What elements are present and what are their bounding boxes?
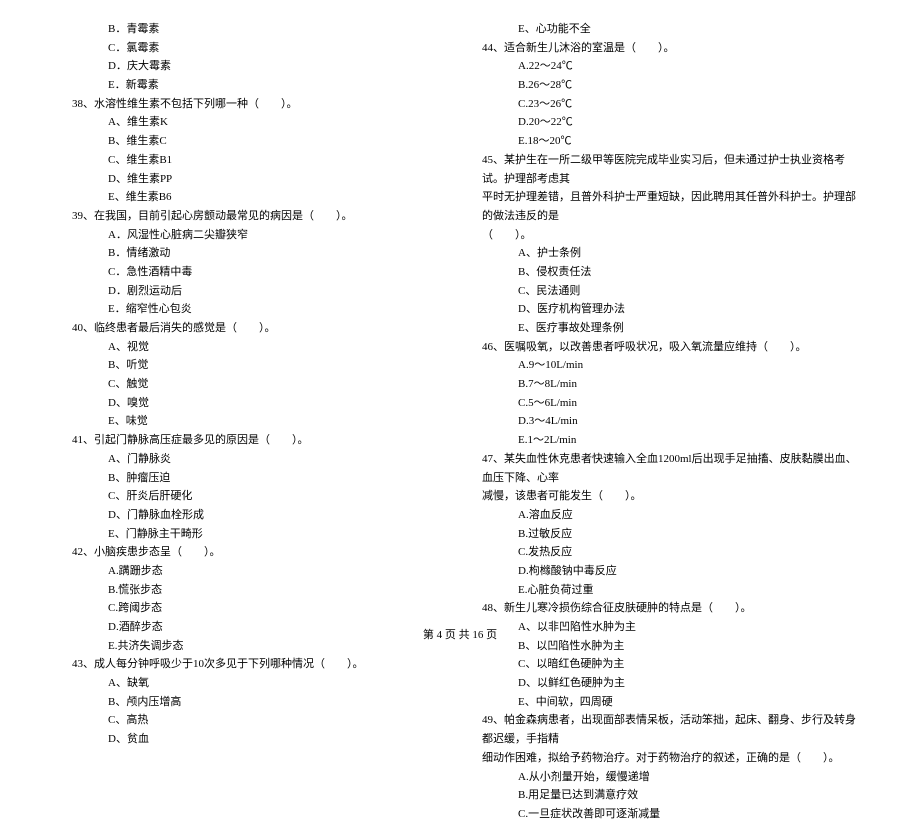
option: E.18～20℃ — [470, 132, 860, 151]
question-47: 47、某失血性休克患者快速输入全血1200ml后出现手足抽搐、皮肤黏膜出血、血压… — [470, 450, 860, 487]
option: B、侵权责任法 — [470, 263, 860, 282]
question-39: 39、在我国，目前引起心房颤动最常见的病因是（ ）。 — [60, 207, 450, 226]
option: B.慌张步态 — [60, 581, 450, 600]
option: A.溶血反应 — [470, 506, 860, 525]
option: D、嗅觉 — [60, 394, 450, 413]
question-43: 43、成人每分钟呼吸少于10次多见于下列哪种情况（ ）。 — [60, 655, 450, 674]
option: A、缺氧 — [60, 674, 450, 693]
option: B.用足量已达到满意疗效 — [470, 786, 860, 805]
left-column: B．青霉素 C．氯霉素 D．庆大霉素 E．新霉素 38、水溶性维生素不包括下列哪… — [50, 20, 460, 610]
option: E．缩窄性心包炎 — [60, 300, 450, 319]
option: D.酒醉步态 — [60, 618, 450, 637]
option: C、以暗红色硬肿为主 — [470, 655, 860, 674]
option: D.3～4L/min — [470, 412, 860, 431]
option: D.枸橼酸钠中毒反应 — [470, 562, 860, 581]
option: D、以鲜红色硬肿为主 — [470, 674, 860, 693]
option: D、医疗机构管理办法 — [470, 300, 860, 319]
question-49: 49、帕金森病患者，出现面部表情呆板，活动笨拙，起床、翻身、步行及转身都迟缓，手… — [470, 711, 860, 748]
option: E、中间软，四周硬 — [470, 693, 860, 712]
option: E、医疗事故处理条例 — [470, 319, 860, 338]
option: D、维生素PP — [60, 170, 450, 189]
option: B．情绪激动 — [60, 244, 450, 263]
option: C.一旦症状改善即可逐渐减量 — [470, 805, 860, 824]
option: D.20～22℃ — [470, 113, 860, 132]
option: B、肿瘤压迫 — [60, 469, 450, 488]
option: A、门静脉炎 — [60, 450, 450, 469]
question-38: 38、水溶性维生素不包括下列哪一种（ ）。 — [60, 95, 450, 114]
option: C、触觉 — [60, 375, 450, 394]
option: B.过敏反应 — [470, 525, 860, 544]
option: C、维生素B1 — [60, 151, 450, 170]
option: A、维生素K — [60, 113, 450, 132]
option: A.22～24℃ — [470, 57, 860, 76]
option: E、维生素B6 — [60, 188, 450, 207]
question-49-cont: 细动作困难，拟给予药物治疗。对于药物治疗的叙述，正确的是（ ）。 — [470, 749, 860, 768]
option: A.从小剂量开始，缓慢递增 — [470, 768, 860, 787]
option: A.蹒跚步态 — [60, 562, 450, 581]
option: B、颅内压增高 — [60, 693, 450, 712]
option: D、贫血 — [60, 730, 450, 749]
question-47-cont: 减慢，该患者可能发生（ ）。 — [470, 487, 860, 506]
option: A.9～10L/min — [470, 356, 860, 375]
question-42: 42、小脑疾患步态呈（ ）。 — [60, 543, 450, 562]
question-45: 45、某护生在一所二级甲等医院完成毕业实习后，但未通过护士执业资格考试。护理部考… — [470, 151, 860, 188]
option: C．急性酒精中毒 — [60, 263, 450, 282]
option: C、高热 — [60, 711, 450, 730]
question-46: 46、医嘱吸氧，以改善患者呼吸状况，吸入氧流量应维持（ ）。 — [470, 338, 860, 357]
option: C．氯霉素 — [60, 39, 450, 58]
option: B.7～8L/min — [470, 375, 860, 394]
exam-page: B．青霉素 C．氯霉素 D．庆大霉素 E．新霉素 38、水溶性维生素不包括下列哪… — [0, 0, 920, 620]
option: E.1～2L/min — [470, 431, 860, 450]
right-column: E、心功能不全 44、适合新生儿沐浴的室温是（ ）。 A.22～24℃ B.26… — [460, 20, 870, 610]
option: A、视觉 — [60, 338, 450, 357]
option: B、以凹陷性水肿为主 — [470, 637, 860, 656]
option: C.发热反应 — [470, 543, 860, 562]
option: A、以非凹陷性水肿为主 — [470, 618, 860, 637]
option: D．剧烈运动后 — [60, 282, 450, 301]
option: C、民法通则 — [470, 282, 860, 301]
option: C.5～6L/min — [470, 394, 860, 413]
question-45-cont: 平时无护理差错，且普外科护士严重短缺，因此聘用其任普外科护士。护理部的做法违反的… — [470, 188, 860, 225]
option: E、门静脉主干畸形 — [60, 525, 450, 544]
question-44: 44、适合新生儿沐浴的室温是（ ）。 — [470, 39, 860, 58]
question-41: 41、引起门静脉高压症最多见的原因是（ ）。 — [60, 431, 450, 450]
option: C、肝炎后肝硬化 — [60, 487, 450, 506]
option: E、味觉 — [60, 412, 450, 431]
question-48: 48、新生儿寒冷损伤综合征皮肤硬肿的特点是（ ）。 — [470, 599, 860, 618]
option: A、护士条例 — [470, 244, 860, 263]
option: B．青霉素 — [60, 20, 450, 39]
question-40: 40、临终患者最后消失的感觉是（ ）。 — [60, 319, 450, 338]
option: D．庆大霉素 — [60, 57, 450, 76]
option: E.共济失调步态 — [60, 637, 450, 656]
option: E、心功能不全 — [470, 20, 860, 39]
option: C.23～26℃ — [470, 95, 860, 114]
option: E．新霉素 — [60, 76, 450, 95]
option: B.26～28℃ — [470, 76, 860, 95]
option: D、门静脉血栓形成 — [60, 506, 450, 525]
option: E.心脏负荷过重 — [470, 581, 860, 600]
option: B、维生素C — [60, 132, 450, 151]
option: B、听觉 — [60, 356, 450, 375]
option: C.跨阈步态 — [60, 599, 450, 618]
question-45-cont: （ ）。 — [470, 226, 860, 245]
option: A．风湿性心脏病二尖瓣狭窄 — [60, 226, 450, 245]
